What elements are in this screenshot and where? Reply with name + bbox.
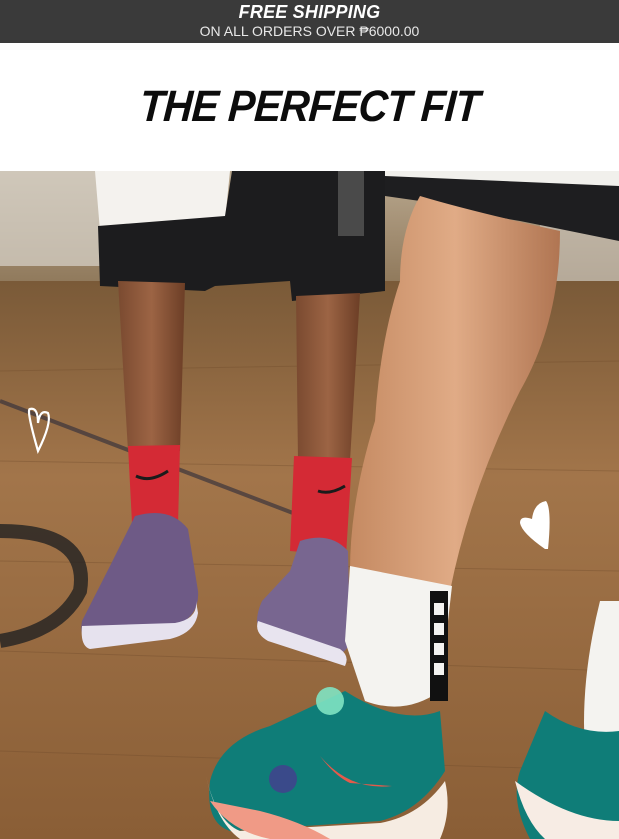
promo-headline: FREE SHIPPING	[238, 2, 381, 22]
hero-title-section: THE PERFECT FIT	[0, 43, 619, 171]
teal-shoe-collar	[316, 687, 344, 715]
promo-banner[interactable]: FREE SHIPPING ON ALL ORDERS OVER ₱6000.0…	[0, 0, 619, 43]
hero-image[interactable]	[0, 171, 619, 839]
promo-subline: ON ALL ORDERS OVER ₱6000.00	[199, 23, 420, 39]
teal-shoe-badge	[269, 765, 297, 793]
shorts-drawstring	[338, 171, 364, 236]
left-leg-2	[296, 293, 360, 461]
left-leg-1	[118, 281, 185, 451]
hero-title: THE PERFECT FIT	[138, 82, 481, 131]
